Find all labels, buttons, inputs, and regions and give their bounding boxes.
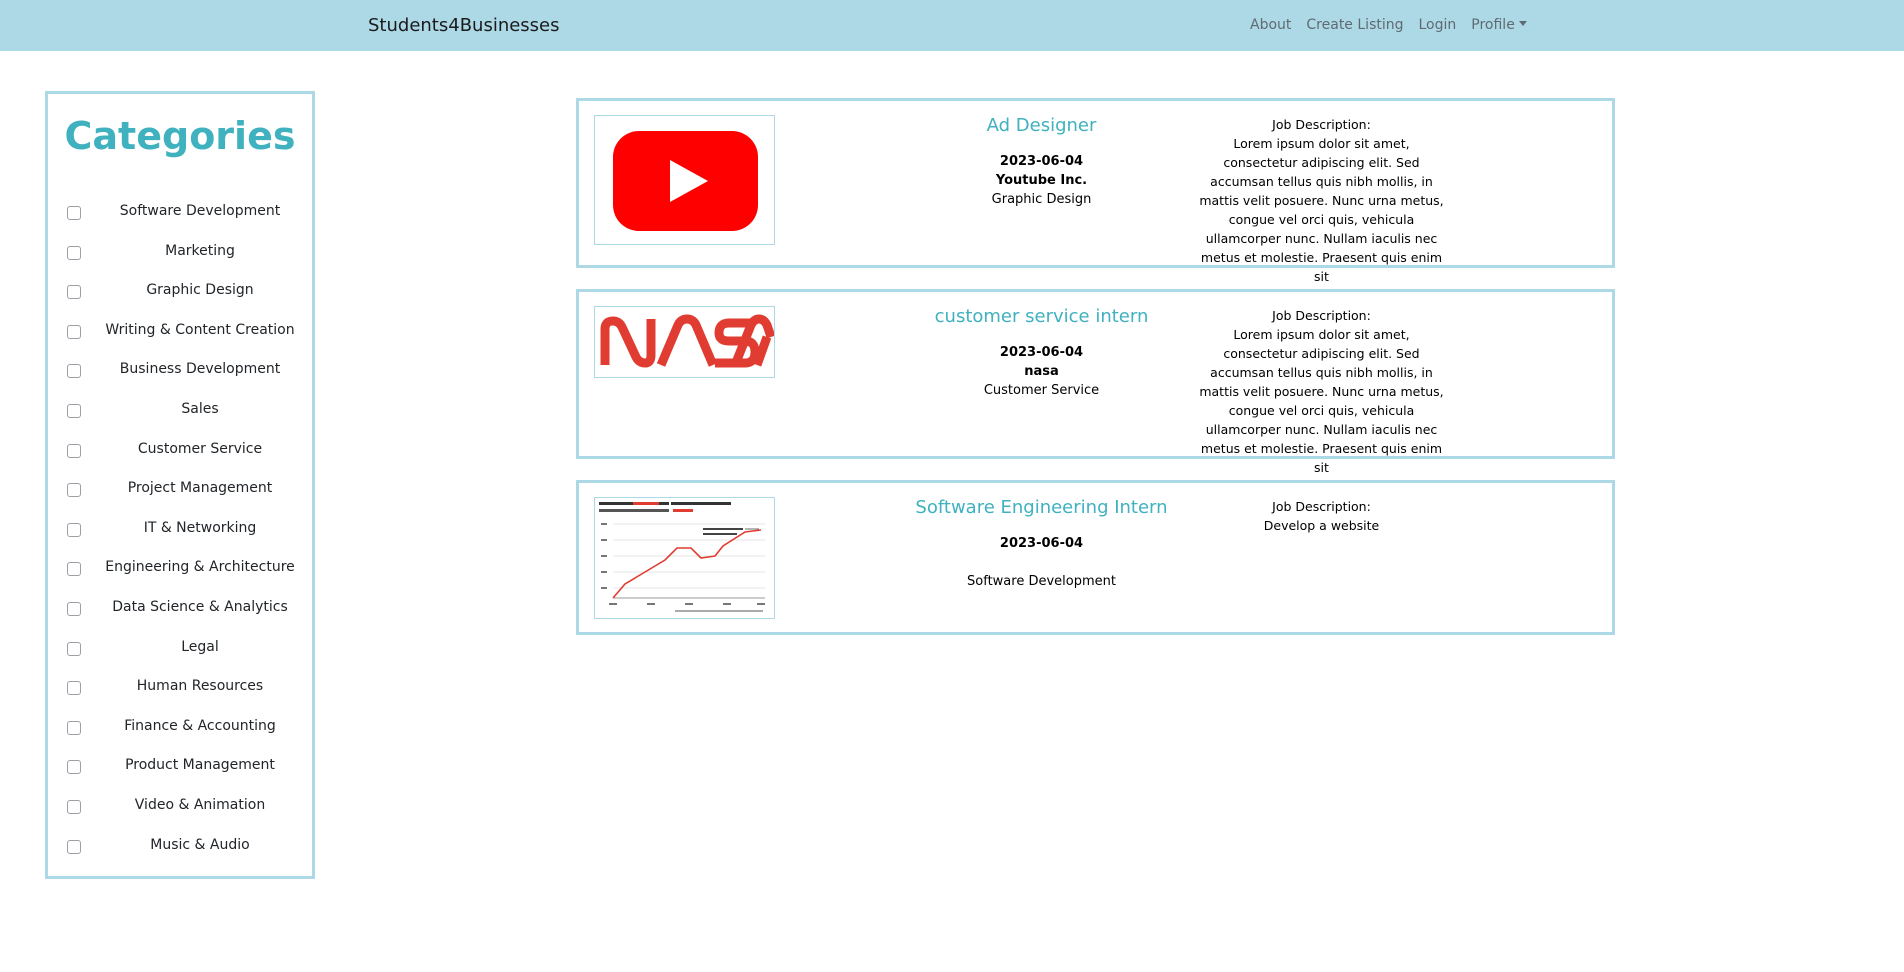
youtube-logo[interactable]: [594, 115, 775, 245]
profile-label: Profile: [1471, 17, 1515, 33]
category-list: Software Development Marketing Graphic D…: [48, 199, 312, 872]
category-item: Engineering & Architecture: [48, 555, 312, 595]
category-label: Music & Audio: [150, 836, 250, 853]
category-label: Sales: [181, 400, 219, 417]
job-company: nasa: [1024, 364, 1059, 379]
category-label: Marketing: [165, 242, 235, 259]
brand-link[interactable]: Students4Businesses: [368, 15, 560, 36]
category-item: Music & Audio: [48, 833, 312, 873]
nav-profile-dropdown[interactable]: Profile: [1471, 17, 1527, 33]
category-item: Finance & Accounting: [48, 714, 312, 754]
listing-info: Software Engineering Intern 2023-06-04 S…: [819, 497, 1264, 591]
job-company: Youtube Inc.: [995, 173, 1088, 188]
job-description: Job Description: Lorem ipsum dolor sit a…: [1199, 306, 1444, 477]
chart-thumbnail[interactable]: [594, 497, 775, 619]
job-description-text: Lorem ipsum dolor sit amet, consectetur …: [1199, 327, 1444, 475]
job-listing-card[interactable]: Software Engineering Intern 2023-06-04 S…: [576, 480, 1615, 635]
job-date: 2023-06-04: [999, 536, 1084, 551]
category-item: Human Resources: [48, 674, 312, 714]
category-item: Sales: [48, 397, 312, 437]
job-title-link[interactable]: Ad Designer: [819, 115, 1264, 136]
category-item: Customer Service: [48, 437, 312, 477]
job-description: Job Description: Lorem ipsum dolor sit a…: [1199, 115, 1444, 286]
job-title-link[interactable]: customer service intern: [819, 306, 1264, 327]
job-category: Customer Service: [983, 383, 1100, 398]
category-label: IT & Networking: [143, 519, 257, 536]
listing-info: customer service intern 2023-06-04 nasa …: [819, 306, 1264, 400]
category-item: Graphic Design: [48, 278, 312, 318]
nav-login-link[interactable]: Login: [1419, 17, 1457, 33]
listing-info: Ad Designer 2023-06-04 Youtube Inc. Grap…: [819, 115, 1264, 209]
category-label: Graphic Design: [146, 282, 254, 299]
nav-about-link[interactable]: About: [1250, 17, 1291, 33]
category-label: Legal: [181, 638, 219, 655]
job-description-text: Lorem ipsum dolor sit amet, consectetur …: [1199, 136, 1444, 284]
job-date: 2023-06-04: [999, 154, 1084, 169]
job-category: Software Development: [967, 574, 1116, 589]
top-navbar: Students4Businesses About Create Listing…: [0, 0, 1904, 51]
job-category: Graphic Design: [991, 192, 1092, 207]
job-company: [819, 553, 1264, 572]
category-item: Video & Animation: [48, 793, 312, 833]
category-label: Business Development: [119, 361, 281, 378]
job-description-label: Job Description:: [1272, 499, 1371, 514]
nav-links: About Create Listing Login Profile: [1250, 17, 1542, 33]
job-description-label: Job Description:: [1272, 308, 1371, 323]
category-item: Writing & Content Creation: [48, 318, 312, 358]
category-item: Marketing: [48, 239, 312, 279]
category-label: Project Management: [127, 480, 273, 497]
nav-create-listing-link[interactable]: Create Listing: [1306, 17, 1403, 33]
job-listing-card[interactable]: customer service intern 2023-06-04 nasa …: [576, 289, 1615, 475]
categories-sidebar: Categories Software Development Marketin…: [45, 91, 315, 879]
category-item: Legal: [48, 635, 312, 675]
job-date: 2023-06-04: [999, 345, 1084, 360]
categories-title: Categories: [64, 114, 296, 158]
category-label: Engineering & Architecture: [105, 559, 295, 576]
nasa-logo[interactable]: [594, 306, 775, 378]
category-item: Data Science & Analytics: [48, 595, 312, 635]
category-label: Data Science & Analytics: [112, 598, 288, 615]
job-description: Job Description: Develop a website: [1199, 497, 1444, 535]
category-label: Video & Animation: [134, 796, 266, 813]
category-item: IT & Networking: [48, 516, 312, 556]
category-label: Software Development: [119, 203, 281, 219]
category-label: Finance & Accounting: [124, 717, 276, 734]
job-description-text: Develop a website: [1263, 518, 1380, 533]
category-label: Product Management: [125, 757, 275, 774]
category-label: Writing & Content Creation: [105, 321, 295, 338]
job-description-label: Job Description:: [1272, 117, 1371, 132]
category-item: Product Management: [48, 753, 312, 793]
category-item: Project Management: [48, 476, 312, 516]
category-label: Human Resources: [136, 678, 264, 695]
caret-down-icon: [1518, 21, 1527, 26]
category-item: Software Development: [48, 199, 312, 239]
job-listing-card[interactable]: Ad Designer 2023-06-04 Youtube Inc. Grap…: [576, 98, 1615, 284]
category-item: Business Development: [48, 357, 312, 397]
job-title-link[interactable]: Software Engineering Intern: [819, 497, 1264, 518]
category-label: Customer Service: [137, 440, 263, 457]
